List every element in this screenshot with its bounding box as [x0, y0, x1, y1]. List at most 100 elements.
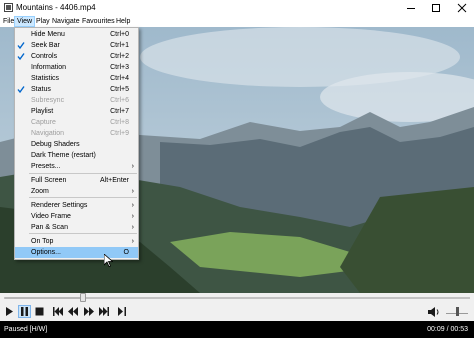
menu-item-status[interactable]: Status Ctrl+5 — [15, 84, 138, 95]
playback-state: Paused [H/W] — [4, 326, 48, 333]
menu-item-label: Playlist — [31, 108, 54, 115]
playback-controls — [0, 303, 474, 321]
menu-item-options[interactable]: Options... O — [15, 247, 138, 258]
stop-button[interactable] — [33, 305, 46, 318]
title-bar: Mountains - 4406.mp4 — [0, 0, 474, 16]
submenu-arrow-icon: › — [131, 188, 134, 195]
next-button[interactable] — [97, 305, 110, 318]
maximize-icon — [432, 4, 440, 12]
stop-icon — [35, 307, 44, 316]
menu-item-label: Controls — [31, 53, 58, 60]
menu-item-shortcut: Ctrl+4 — [110, 75, 129, 82]
menu-item-full-screen[interactable]: Full Screen Alt+Enter — [15, 175, 138, 186]
menu-item-label: On Top — [31, 238, 54, 245]
menu-item-shortcut: Ctrl+9 — [110, 130, 129, 137]
status-bar: Paused [H/W] 00:09 / 00:53 — [0, 321, 474, 338]
menu-item-label: Status — [31, 86, 51, 93]
menu-item-playlist[interactable]: Playlist Ctrl+7 — [15, 106, 138, 117]
view-menu-dropdown: Hide Menu Ctrl+0 Seek Bar Ctrl+1 Controls Ctr… — [14, 27, 139, 260]
menu-item-label: Navigation — [31, 130, 65, 137]
skip-forward-icon — [98, 307, 109, 316]
checkmark-icon — [17, 86, 25, 94]
menu-item-shortcut: O — [123, 249, 129, 256]
menu-item-pan-scan[interactable]: Pan & Scan › — [15, 222, 138, 233]
menu-item-shortcut: Ctrl+1 — [110, 42, 129, 49]
menu-item-label: Information — [31, 64, 67, 71]
menu-item-presets[interactable]: Presets... › — [15, 161, 138, 172]
menu-item-shortcut: Ctrl+7 — [110, 108, 129, 115]
menu-item-video-frame[interactable]: Video Frame › — [15, 211, 138, 222]
menu-item-shortcut: Ctrl+2 — [110, 53, 129, 60]
menu-item-controls[interactable]: Controls Ctrl+2 — [15, 51, 138, 62]
minimize-icon — [407, 8, 415, 9]
seek-track[interactable] — [4, 297, 470, 299]
menu-item-label: Dark Theme (restart) — [31, 152, 96, 159]
window-title: Mountains - 4406.mp4 — [16, 3, 96, 12]
close-button[interactable] — [450, 0, 474, 16]
menu-help[interactable]: Help — [114, 16, 132, 27]
menu-item-label: Debug Shaders — [31, 141, 80, 148]
maximize-button[interactable] — [424, 0, 448, 16]
checkmark-icon — [17, 53, 25, 61]
menu-separator — [29, 197, 137, 198]
skip-back-icon — [52, 307, 63, 316]
submenu-arrow-icon: › — [131, 213, 134, 220]
frame-step-icon — [117, 307, 126, 316]
fast-forward-icon — [83, 307, 94, 316]
menu-item-navigation: Navigation Ctrl+9 — [15, 128, 138, 139]
fast-forward-button[interactable] — [82, 305, 95, 318]
minimize-button[interactable] — [399, 0, 423, 16]
menu-item-information[interactable]: Information Ctrl+3 — [15, 62, 138, 73]
menu-favourites[interactable]: Favourites — [80, 16, 117, 27]
menu-item-shortcut: Ctrl+0 — [110, 31, 129, 38]
rewind-button[interactable] — [66, 305, 79, 318]
menu-item-label: Presets... — [31, 163, 61, 170]
menu-play[interactable]: Play — [34, 16, 52, 27]
menu-item-renderer-settings[interactable]: Renderer Settings › — [15, 200, 138, 211]
pause-icon — [21, 307, 28, 316]
seek-progress — [5, 297, 85, 299]
menu-item-shortcut: Ctrl+8 — [110, 119, 129, 126]
menu-item-label: Renderer Settings — [31, 202, 88, 209]
menu-item-subresync: Subresync Ctrl+6 — [15, 95, 138, 106]
menu-view[interactable]: View — [14, 16, 36, 27]
menu-item-shortcut: Alt+Enter — [100, 177, 129, 184]
seek-handle[interactable] — [80, 293, 87, 302]
menu-item-seek-bar[interactable]: Seek Bar Ctrl+1 — [15, 40, 138, 51]
submenu-arrow-icon: › — [131, 202, 134, 209]
menu-item-shortcut: Ctrl+5 — [110, 86, 129, 93]
frame-step-button[interactable] — [115, 305, 128, 318]
play-icon — [6, 307, 13, 316]
previous-button[interactable] — [51, 305, 64, 318]
volume-button[interactable] — [427, 305, 440, 318]
pause-button[interactable] — [18, 305, 31, 318]
checkmark-icon — [17, 42, 25, 50]
menu-item-debug-shaders[interactable]: Debug Shaders — [15, 139, 138, 150]
menu-item-label: Capture — [31, 119, 56, 126]
menu-item-shortcut: Ctrl+6 — [110, 97, 129, 104]
menu-item-capture: Capture Ctrl+8 — [15, 117, 138, 128]
close-icon — [457, 3, 467, 13]
menu-item-zoom[interactable]: Zoom › — [15, 186, 138, 197]
volume-handle[interactable] — [455, 307, 459, 316]
play-button[interactable] — [3, 305, 16, 318]
menu-navigate[interactable]: Navigate — [50, 16, 82, 27]
submenu-arrow-icon: › — [131, 163, 134, 170]
menu-separator — [29, 173, 137, 174]
menu-item-label: Options... — [31, 249, 61, 256]
menu-item-on-top[interactable]: On Top › — [15, 236, 138, 247]
menu-item-dark-theme-restart[interactable]: Dark Theme (restart) — [15, 150, 138, 161]
menu-item-label: Subresync — [31, 97, 65, 104]
mouse-cursor-icon — [104, 254, 113, 267]
menu-item-label: Video Frame — [31, 213, 71, 220]
submenu-arrow-icon: › — [131, 238, 134, 245]
menu-item-label: Pan & Scan — [31, 224, 68, 231]
menu-item-label: Statistics — [31, 75, 60, 82]
menu-item-statistics[interactable]: Statistics Ctrl+4 — [15, 73, 138, 84]
menu-item-label: Seek Bar — [31, 42, 60, 49]
menu-item-label: Hide Menu — [31, 31, 65, 38]
menu-item-hide-menu[interactable]: Hide Menu Ctrl+0 — [15, 29, 138, 40]
film-icon — [4, 3, 13, 12]
menu-item-label: Full Screen — [31, 177, 67, 184]
seek-bar[interactable] — [0, 293, 474, 303]
